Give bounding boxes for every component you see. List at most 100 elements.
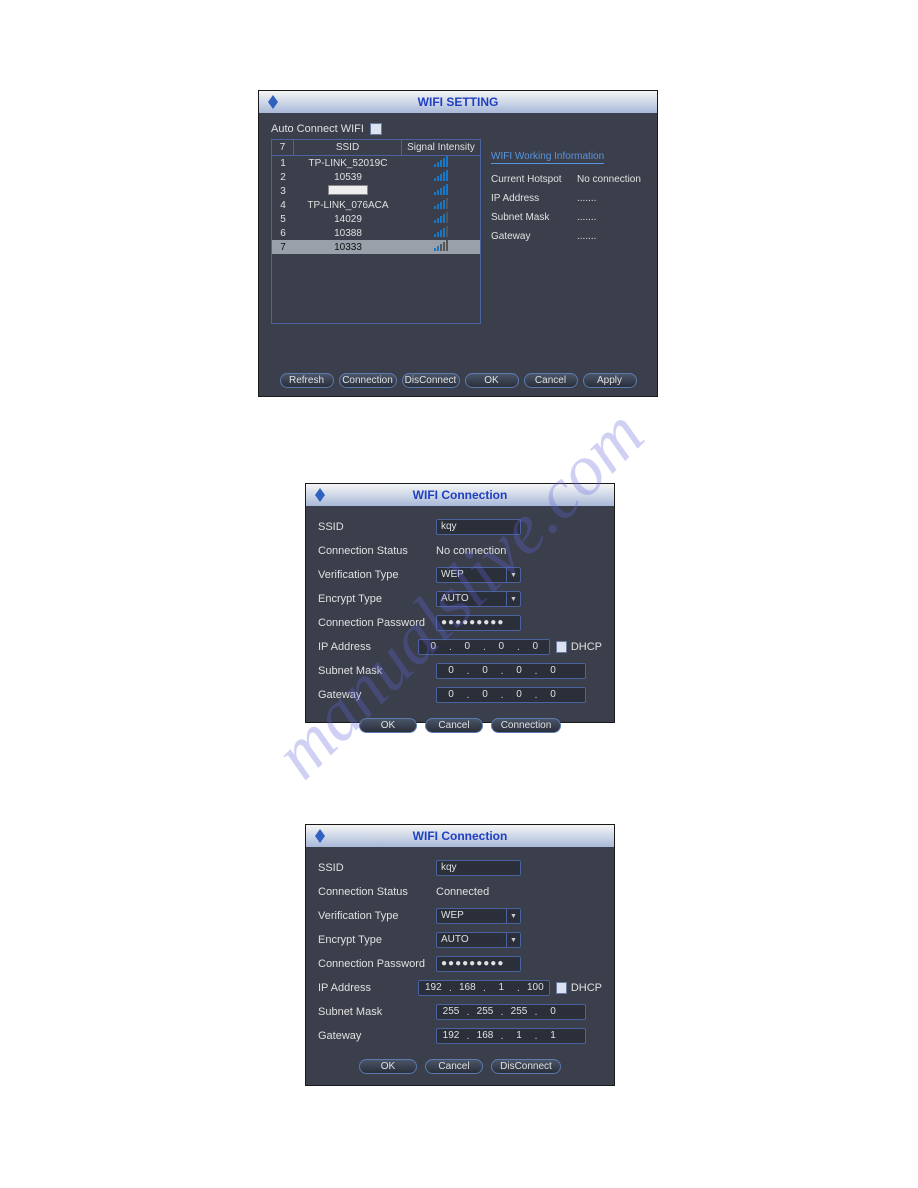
password-label: Connection Password	[318, 617, 436, 629]
app-logo-icon	[263, 92, 283, 112]
ssid-list-panel: 7 SSID Signal Intensity 1TP-LINK_52019C2…	[271, 139, 481, 324]
chevron-down-icon: ▼	[506, 909, 520, 923]
status-value: Connected	[436, 886, 489, 898]
ssid-list-header: 7 SSID Signal Intensity	[272, 140, 480, 156]
mask-input[interactable]: 255.255.255.0	[436, 1004, 586, 1020]
ip-octet[interactable]: 0	[505, 664, 533, 678]
ip-octet[interactable]: 0	[539, 688, 567, 702]
auto-connect-checkbox[interactable]	[370, 123, 382, 135]
ip-octet[interactable]: 0	[539, 1005, 567, 1019]
disconnect-button[interactable]: DisConnect	[491, 1059, 561, 1074]
disconnect-button[interactable]: DisConnect	[402, 373, 460, 388]
ip-octet[interactable]: 0	[471, 664, 499, 678]
ip-octet[interactable]: 1	[505, 1029, 533, 1043]
gateway-input[interactable]: 192.168.1.1	[436, 1028, 586, 1044]
ip-octet[interactable]: 255	[505, 1005, 533, 1019]
app-logo-icon	[310, 485, 330, 505]
encrypt-select[interactable]: AUTO▼	[436, 591, 521, 607]
mask-label: Subnet Mask	[318, 1006, 436, 1018]
gateway-input[interactable]: 0.0.0.0	[436, 687, 586, 703]
ok-button[interactable]: OK	[359, 1059, 417, 1074]
ssid-label: SSID	[318, 862, 436, 874]
ssid-row[interactable]: 210539	[272, 170, 480, 184]
password-input[interactable]: ●●●●●●●●●	[436, 956, 521, 972]
cancel-button[interactable]: Cancel	[425, 718, 483, 733]
ssid-row-index: 5	[272, 214, 294, 225]
ip-octet[interactable]: 0	[471, 688, 499, 702]
dhcp-checkbox[interactable]	[556, 982, 567, 994]
status-label: Connection Status	[318, 886, 436, 898]
gateway-label: Gateway	[318, 1030, 436, 1042]
gateway-value: .......	[577, 231, 596, 242]
chevron-down-icon: ▼	[506, 568, 520, 582]
refresh-button[interactable]: Refresh	[280, 373, 334, 388]
titlebar: WIFI SETTING	[259, 91, 657, 113]
ssid-row[interactable]: 3	[272, 184, 480, 198]
password-input[interactable]: ●●●●●●●●●	[436, 615, 521, 631]
ssid-row[interactable]: 710333	[272, 240, 480, 254]
ssid-row-index: 7	[272, 242, 294, 253]
ip-octet[interactable]: 168	[471, 1029, 499, 1043]
ip-octet[interactable]: 192	[419, 981, 447, 995]
connection-button[interactable]: Connection	[491, 718, 561, 733]
ssid-row-name: TP-LINK_076ACA	[294, 200, 402, 211]
ip-octet[interactable]: 0	[419, 640, 447, 654]
ip-octet[interactable]: 255	[437, 1005, 465, 1019]
ip-octet[interactable]: 0	[453, 640, 481, 654]
ip-octet[interactable]: 1	[487, 981, 515, 995]
ip-octet[interactable]: 192	[437, 1029, 465, 1043]
auto-connect-label: Auto Connect WIFI	[271, 123, 364, 135]
apply-button[interactable]: Apply	[583, 373, 637, 388]
ssid-row[interactable]: 1TP-LINK_52019C	[272, 156, 480, 170]
status-label: Connection Status	[318, 545, 436, 557]
ip-input[interactable]: 0.0.0.0	[418, 639, 550, 655]
encrypt-select[interactable]: AUTO▼	[436, 932, 521, 948]
col-header-signal: Signal Intensity	[402, 140, 480, 155]
dhcp-label: DHCP	[571, 982, 602, 994]
verify-select[interactable]: WEP▼	[436, 567, 521, 583]
mask-input[interactable]: 0.0.0.0	[436, 663, 586, 679]
current-hotspot-value: No connection	[577, 174, 641, 185]
ip-octet[interactable]: 0	[505, 688, 533, 702]
current-hotspot-label: Current Hotspot	[491, 174, 573, 185]
ssid-label: SSID	[318, 521, 436, 533]
ip-octet[interactable]: 0	[437, 688, 465, 702]
ip-octet[interactable]: 255	[471, 1005, 499, 1019]
ssid-row[interactable]: 610388	[272, 226, 480, 240]
ssid-row-index: 3	[272, 186, 294, 197]
ssid-input[interactable]: kqy	[436, 519, 521, 535]
ip-octet[interactable]: 168	[453, 981, 481, 995]
ip-octet[interactable]: 0	[437, 664, 465, 678]
ssid-row[interactable]: 514029	[272, 212, 480, 226]
wifi-info-title: WIFI Working Information	[491, 151, 604, 164]
ssid-row-index: 1	[272, 158, 294, 169]
titlebar: WIFI Connection	[306, 825, 614, 847]
ip-octet[interactable]: 1	[539, 1029, 567, 1043]
wifi-setting-window: WIFI SETTING Auto Connect WIFI 7 SSID Si…	[258, 90, 658, 397]
signal-strength-icon	[402, 199, 480, 212]
ip-label: IP Address	[318, 641, 418, 653]
encrypt-label: Encrypt Type	[318, 934, 436, 946]
ok-button[interactable]: OK	[359, 718, 417, 733]
cancel-button[interactable]: Cancel	[524, 373, 578, 388]
signal-strength-icon	[402, 241, 480, 254]
password-label: Connection Password	[318, 958, 436, 970]
cancel-button[interactable]: Cancel	[425, 1059, 483, 1074]
dhcp-checkbox[interactable]	[556, 641, 567, 653]
ssid-row[interactable]: 4TP-LINK_076ACA	[272, 198, 480, 212]
ssid-input[interactable]: kqy	[436, 860, 521, 876]
ip-octet[interactable]: 100	[521, 981, 549, 995]
ok-button[interactable]: OK	[465, 373, 519, 388]
verify-select[interactable]: WEP▼	[436, 908, 521, 924]
ip-octet[interactable]: 0	[539, 664, 567, 678]
ip-octet[interactable]: 0	[521, 640, 549, 654]
signal-strength-icon	[402, 227, 480, 240]
ssid-row-index: 4	[272, 200, 294, 211]
ip-input[interactable]: 192.168.1.100	[418, 980, 550, 996]
gateway-label: Gateway	[318, 689, 436, 701]
signal-strength-icon	[402, 213, 480, 226]
ip-octet[interactable]: 0	[487, 640, 515, 654]
mask-label: Subnet Mask	[491, 212, 573, 223]
connection-button[interactable]: Connection	[339, 373, 397, 388]
status-value: No connection	[436, 545, 506, 557]
